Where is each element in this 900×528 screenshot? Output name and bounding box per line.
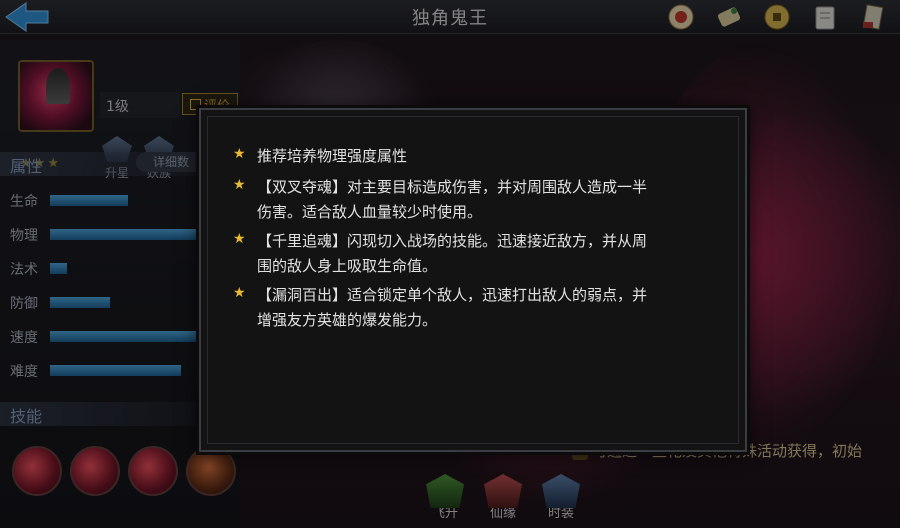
tip-line: 伤害。适合敌人血量较少时使用。 [257,203,483,221]
tip-line: 推荐培养物理强度属性 [257,147,408,165]
tip-item: ★ 推荐培养物理强度属性 [233,144,703,169]
tip-text: 推荐培养物理强度属性 [257,144,407,169]
tip-item: ★ 【千里追魂】闪现切入战场的技能。迅速接近敌方，并从周 围的敌人身上吸取生命值… [233,229,703,279]
star-bullet-icon: ★ [233,231,246,247]
star-bullet-icon: ★ [233,146,246,162]
tip-text: 【双叉夺魂】对主要目标造成伤害，并对周围敌人造成一半 伤害。适合敌人血量较少时使… [257,175,647,225]
tip-item: ★ 【漏洞百出】适合锁定单个敌人，迅速打出敌人的弱点，并 增强友方英雄的爆发能力… [233,283,703,333]
recommendation-tip-dialog: ★ 推荐培养物理强度属性 ★ 【双叉夺魂】对主要目标造成伤害，并对周围敌人造成一… [199,108,747,452]
tip-line: 【漏洞百出】适合锁定单个敌人，迅速打出敌人的弱点，并 [257,286,648,304]
tip-text: 【千里追魂】闪现切入战场的技能。迅速接近敌方，并从周 围的敌人身上吸取生命值。 [257,229,647,279]
tip-line: 【双叉夺魂】对主要目标造成伤害，并对周围敌人造成一半 [257,178,648,196]
tip-item: ★ 【双叉夺魂】对主要目标造成伤害，并对周围敌人造成一半 伤害。适合敌人血量较少… [233,175,703,225]
tip-text: 【漏洞百出】适合锁定单个敌人，迅速打出敌人的弱点，并 增强友方英雄的爆发能力。 [257,283,647,333]
tip-line: 围的敌人身上吸取生命值。 [257,257,438,275]
tip-line: 增强友方英雄的爆发能力。 [257,311,438,329]
tip-line: 【千里追魂】闪现切入战场的技能。迅速接近敌方，并从周 [257,232,648,250]
star-bullet-icon: ★ [233,285,246,301]
star-bullet-icon: ★ [233,177,246,193]
